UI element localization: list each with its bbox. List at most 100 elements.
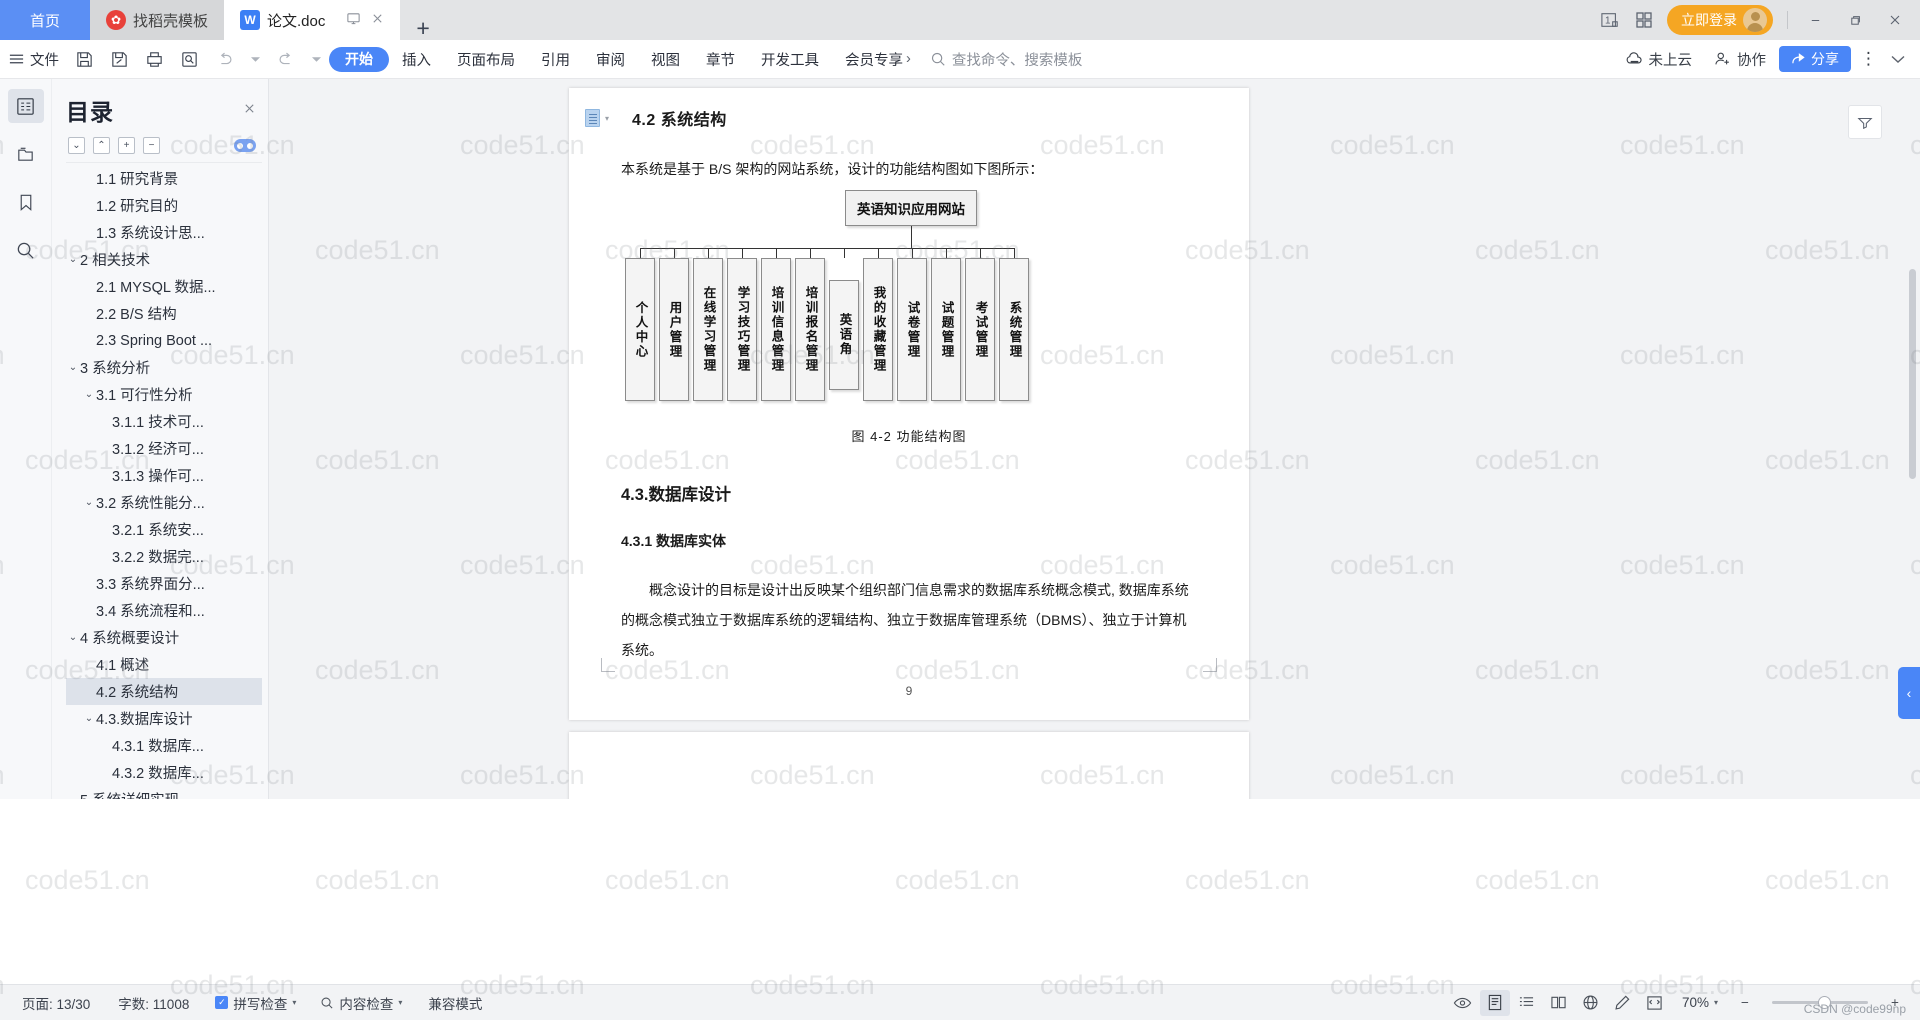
toc-item[interactable]: ⌄ 3.2 系统性能分... [66,489,262,516]
chevron-down-icon[interactable]: ⌄ [66,362,80,373]
outline-view-button[interactable] [1512,990,1542,1016]
toc-item[interactable]: ⌄2.3 Spring Boot ... [66,327,262,354]
search-panel-button[interactable] [8,233,44,267]
tab-start[interactable]: 开始 [329,46,389,72]
print-layout-view-button[interactable] [1479,989,1510,1016]
toc-item[interactable]: ⌄ 4 系统概要设计 [66,624,262,651]
word-count[interactable]: 字数: 11008 [106,993,201,1013]
more-options-button[interactable]: ⋮ [1855,49,1882,69]
grid-apps-icon[interactable] [1635,11,1653,29]
thumbnail-panel-button[interactable] [8,137,44,171]
minimize-button[interactable] [1802,7,1828,33]
toc-item[interactable]: ⌄3.1.2 经济可... [66,435,262,462]
chevron-down-icon[interactable]: ⌄ [66,254,80,265]
toc-item[interactable]: ⌄2.1 MYSQL 数据... [66,273,262,300]
expand-all-icon[interactable]: ⌄ [68,137,85,154]
save-icon[interactable] [67,40,102,79]
toc-item[interactable]: ⌄5 系统详细实现 [66,786,262,799]
toc-item[interactable]: ⌄4.3.1 数据库... [66,732,262,759]
increase-level-icon[interactable]: + [118,137,135,154]
collapse-all-icon[interactable]: ⌃ [93,137,110,154]
toc-item[interactable]: ⌄4.2 系统结构 [66,678,262,705]
tab-insert[interactable]: 插入 [389,40,444,79]
compat-mode-label[interactable]: 兼容模式 [416,993,494,1013]
toc-item[interactable]: ⌄ 3.1 可行性分析 [66,381,262,408]
new-tab-button[interactable]: + [400,17,445,40]
toc-item[interactable]: ⌄3.3 系统界面分... [66,570,262,597]
toc-close-icon[interactable] [243,102,256,119]
zoom-out-button[interactable]: − [1730,990,1760,1016]
toc-item[interactable]: ⌄1.2 研究目的 [66,192,262,219]
vertical-scrollbar[interactable] [1909,269,1916,479]
chevron-down-icon[interactable]: ⌄ [82,713,96,724]
document-page[interactable]: ▾ 4.2 系统结构 本系统是基于 B/S 架构的网站系统，设计的功能结构图如下… [569,88,1249,720]
zoom-level-selector[interactable]: 70% ▾ [1672,995,1728,1010]
page-indicator[interactable]: 页面: 13/30 [10,993,102,1013]
chevron-down-icon[interactable]: ⌄ [82,497,96,508]
toc-item[interactable]: ⌄4.1 概述 [66,651,262,678]
toc-item[interactable]: ⌄3.1.3 操作可... [66,462,262,489]
tab-document[interactable]: W 论文.doc [224,0,401,40]
file-menu-button[interactable]: 文件 [0,40,67,79]
print-preview-icon[interactable] [172,40,207,79]
toc-item[interactable]: ⌄3.4 系统流程和... [66,597,262,624]
web-layout-button[interactable] [1576,990,1606,1016]
decrease-level-icon[interactable]: − [143,137,160,154]
toc-preview-toggle[interactable] [234,139,256,152]
heading-style-icon[interactable] [585,109,600,127]
doc-tools-float-button[interactable] [1848,105,1882,139]
document-page-next[interactable] [569,732,1249,799]
close-icon[interactable] [371,12,384,28]
toc-item[interactable]: ⌄ 2 相关技术 [66,246,262,273]
close-window-button[interactable] [1882,7,1908,33]
toc-item[interactable]: ⌄3.1.1 技术可... [66,408,262,435]
window-count-icon[interactable]: 1 [1599,11,1621,29]
document-scroll-area[interactable]: ▾ 4.2 系统结构 本系统是基于 B/S 架构的网站系统，设计的功能结构图如下… [269,79,1920,799]
toc-item[interactable]: ⌄ 4.3.数据库设计 [66,705,262,732]
toc-item[interactable]: ⌄1.3 系统设计思... [66,219,262,246]
chevron-down-icon[interactable]: ⌄ [66,794,80,799]
restore-button[interactable] [1842,7,1868,33]
redo-dropdown-icon[interactable] [304,40,329,79]
toc-item[interactable]: ⌄4.3.2 数据库... [66,759,262,786]
toc-list[interactable]: ⌄1.1 研究背景⌄1.2 研究目的⌄1.3 系统设计思...⌄2 相关技术⌄2… [66,162,262,799]
tab-developer-tools[interactable]: 开发工具 [748,40,832,79]
outline-panel-button[interactable] [7,89,44,123]
eye-icon[interactable] [1448,990,1478,1016]
toc-item[interactable]: ⌄1.1 研究背景 [66,165,262,192]
undo-dropdown-icon[interactable] [243,40,268,79]
tab-member-exclusive[interactable]: 会员专享 › [832,40,924,79]
redo-icon[interactable] [268,40,304,79]
collaborate-button[interactable]: 协作 [1705,49,1775,70]
print-icon[interactable] [137,40,172,79]
bookmark-panel-button[interactable] [8,185,44,219]
right-panel-toggle[interactable]: ‹ [1898,667,1920,719]
tab-docer-template[interactable]: ✿ 找稻壳模板 [90,0,225,40]
chevron-down-icon[interactable]: ▾ [605,114,609,123]
toc-item[interactable]: ⌄2.2 B/S 结构 [66,300,262,327]
content-check-button[interactable]: 内容检查 ▾ [310,993,412,1013]
tab-review[interactable]: 审阅 [583,40,638,79]
pen-icon[interactable] [1608,990,1638,1016]
toc-item[interactable]: ⌄3.2.1 系统安... [66,516,262,543]
search-command-input[interactable]: 查找命令、搜索模板 [930,49,1082,70]
chevron-down-icon[interactable]: ⌄ [82,389,96,400]
reading-layout-button[interactable] [1544,990,1574,1016]
fit-page-button[interactable] [1640,990,1670,1016]
collapse-ribbon-icon[interactable] [1886,55,1910,64]
monitor-icon[interactable] [346,11,361,29]
login-button[interactable]: 立即登录 [1667,5,1773,35]
save-as-icon[interactable] [102,40,137,79]
tab-view[interactable]: 视图 [638,40,693,79]
spellcheck-button[interactable]: ✓ 拼写检查 ▾ [205,993,306,1013]
tab-references[interactable]: 引用 [528,40,583,79]
chevron-down-icon[interactable]: ⌄ [66,632,80,643]
toc-item[interactable]: ⌄3.2.2 数据完... [66,543,262,570]
tab-home[interactable]: 首页 [0,0,90,40]
tab-page-layout[interactable]: 页面布局 [444,40,528,79]
undo-icon[interactable] [207,40,243,79]
toc-item[interactable]: ⌄ 3 系统分析 [66,354,262,381]
tab-section[interactable]: 章节 [693,40,748,79]
cloud-status-button[interactable]: 未上云 [1616,49,1702,70]
share-button[interactable]: 分享 [1779,46,1851,72]
